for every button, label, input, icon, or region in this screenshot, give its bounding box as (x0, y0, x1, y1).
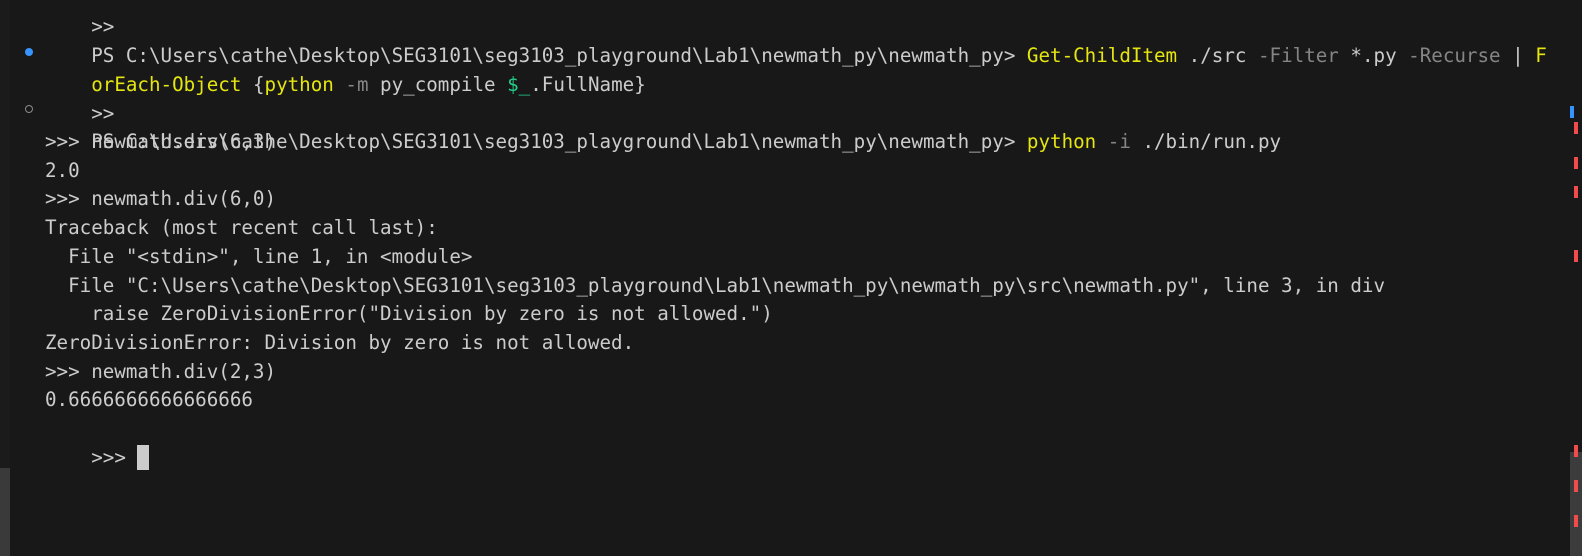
command-line-1: PS C:\Users\cathe\Desktop\SEG3101\seg310… (45, 12, 1547, 67)
info-marker (1570, 106, 1574, 118)
script-block-open: { (241, 73, 265, 96)
output-line: Traceback (most recent call last): (45, 216, 438, 239)
output-line: 0.6666666666666666 (45, 388, 253, 411)
output-line: >>> newmath.div(6,0) (45, 187, 277, 210)
error-marker (1574, 250, 1578, 262)
parameter: -Recurse (1408, 44, 1501, 67)
cmdlet-name-part: F (1535, 44, 1547, 67)
error-marker (1574, 157, 1578, 169)
argument: py_compile (368, 73, 508, 96)
text-cursor (137, 444, 150, 470)
cmdlet-name: Get-ChildItem (1026, 44, 1178, 67)
error-marker (1574, 480, 1578, 492)
output-line: ZeroDivisionError: Division by zero is n… (45, 331, 635, 354)
command-line-1-wrap: orEach-Object {python -m py_compile $_.F… (45, 41, 646, 96)
pipeline-variable: $_ (507, 73, 531, 96)
parameter: -i (1107, 130, 1131, 153)
output-line: File "<stdin>", line 1, in <module> (45, 245, 473, 268)
error-marker (1574, 186, 1578, 198)
argument: ./bin/run.py (1130, 130, 1282, 153)
argument: *.py (1338, 44, 1409, 67)
output-line: raise ZeroDivisionError("Division by zer… (45, 302, 773, 325)
terminal-panel[interactable]: >> PS C:\Users\cathe\Desktop\SEG3101\seg… (0, 0, 1582, 556)
command-decoration-icon[interactable] (25, 105, 33, 113)
parameter: -Filter (1257, 44, 1339, 67)
continuation-line: >> (45, 0, 114, 38)
command-line-2: PS C:\Users\cathe\Desktop\SEG3101\seg310… (45, 98, 1281, 153)
continuation-line: >> (45, 70, 114, 125)
error-marker (1574, 122, 1578, 134)
error-marker (1574, 445, 1578, 457)
repl-prompt: >>> (91, 446, 138, 469)
sash-handle[interactable] (0, 468, 10, 556)
output-line: >>> newmath.div(2,3) (45, 360, 277, 383)
scrollbar-thumb[interactable] (1570, 452, 1582, 556)
parameter: -m (345, 73, 369, 96)
command-success-decoration-icon[interactable] (25, 48, 33, 56)
command-name: python (1026, 130, 1097, 153)
pipe-operator: | (1500, 44, 1536, 67)
output-line: 2.0 (45, 159, 80, 182)
output-line: File "C:\Users\cathe\Desktop\SEG3101\seg… (45, 274, 1386, 297)
argument: .FullName} (530, 73, 646, 96)
argument: ./src (1177, 44, 1258, 67)
vertical-scrollbar[interactable] (1568, 0, 1582, 556)
output-line: >>> newmath.div(6,3) (45, 130, 277, 153)
input-line[interactable]: >>> (45, 414, 150, 470)
error-marker (1574, 515, 1578, 527)
command-name: python (264, 73, 334, 96)
